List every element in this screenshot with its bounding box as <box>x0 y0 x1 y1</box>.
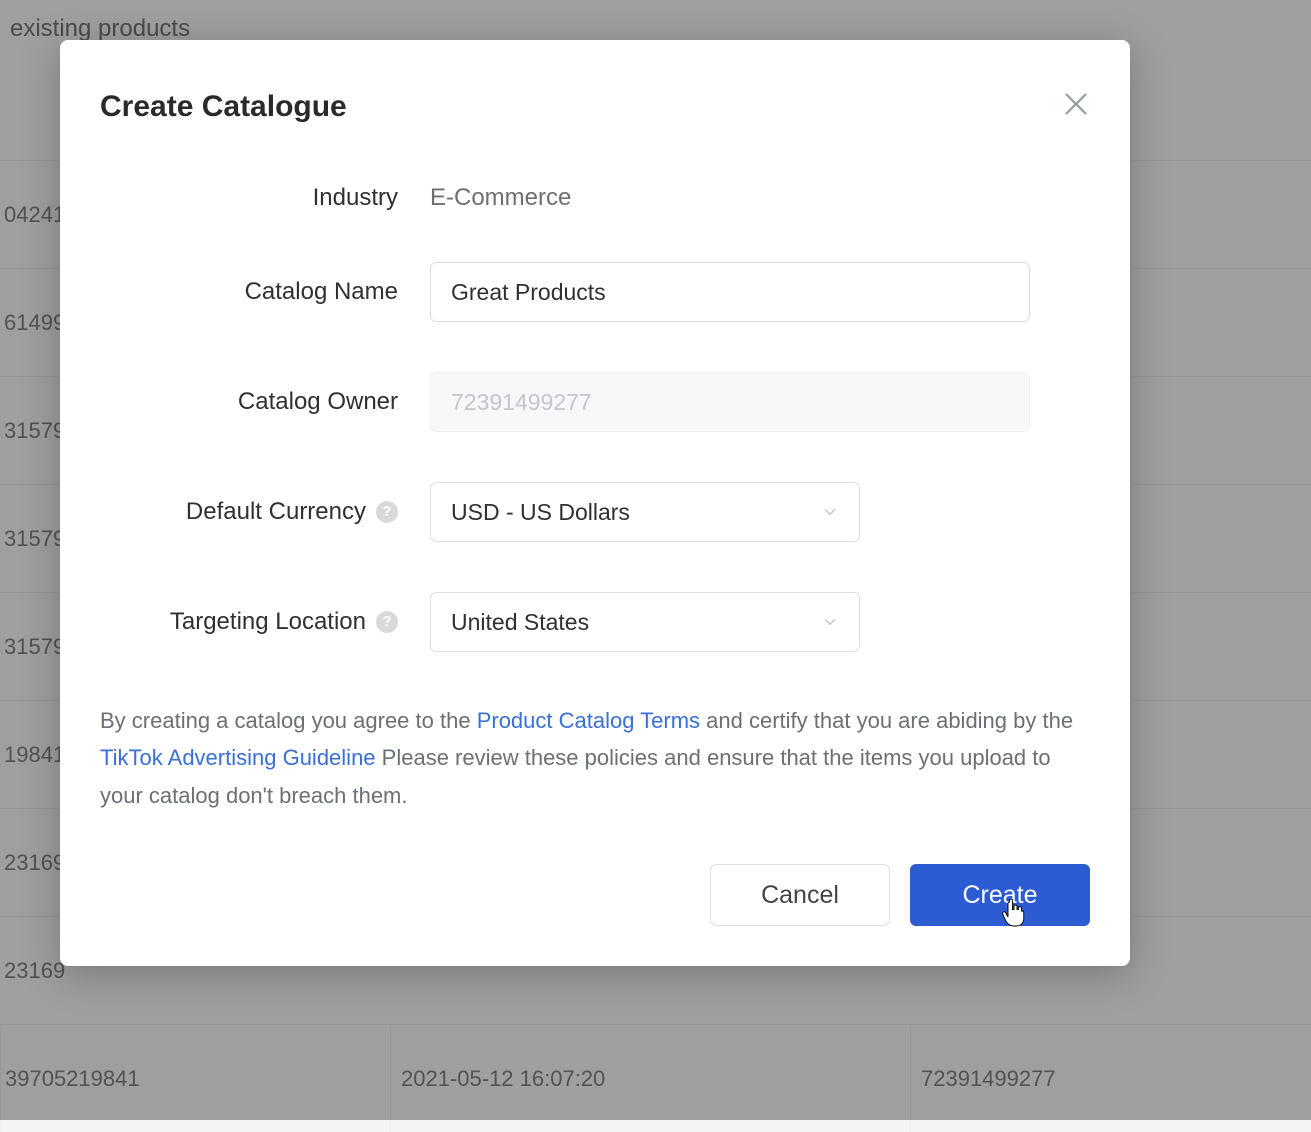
row-default-currency: Default Currency ? USD - US Dollars <box>100 482 1090 542</box>
catalogue-form: Industry E-Commerce Catalog Name Catalog… <box>100 184 1090 926</box>
create-button-label: Create <box>962 881 1037 910</box>
targeting-location-select[interactable]: United States <box>430 592 860 652</box>
tiktok-advertising-guideline-link[interactable]: TikTok Advertising Guideline <box>100 745 376 770</box>
cancel-button[interactable]: Cancel <box>710 864 890 926</box>
product-catalog-terms-link[interactable]: Product Catalog Terms <box>477 708 700 733</box>
label-industry: Industry <box>313 184 398 212</box>
row-targeting-location: Targeting Location ? United States <box>100 592 1090 652</box>
default-currency-value: USD - US Dollars <box>451 499 630 526</box>
targeting-location-value: United States <box>451 609 589 636</box>
catalog-owner-input <box>430 372 1030 432</box>
label-catalog-name: Catalog Name <box>245 278 398 306</box>
close-icon <box>1062 90 1090 118</box>
catalog-name-input[interactable] <box>430 262 1030 322</box>
chevron-down-icon <box>821 613 839 631</box>
default-currency-select[interactable]: USD - US Dollars <box>430 482 860 542</box>
row-catalog-owner: Catalog Owner <box>100 372 1090 432</box>
modal-title: Create Catalogue <box>100 90 1090 124</box>
modal-footer: Cancel Create <box>100 864 1090 926</box>
cancel-button-label: Cancel <box>761 881 839 910</box>
value-industry: E-Commerce <box>430 184 571 211</box>
row-industry: Industry E-Commerce <box>100 184 1090 212</box>
label-catalog-owner: Catalog Owner <box>238 388 398 416</box>
row-catalog-name: Catalog Name <box>100 262 1090 322</box>
label-targeting-location: Targeting Location <box>170 608 366 636</box>
chevron-down-icon <box>821 503 839 521</box>
close-button[interactable] <box>1062 90 1090 118</box>
create-button[interactable]: Create <box>910 864 1090 926</box>
label-default-currency: Default Currency <box>186 498 366 526</box>
help-icon[interactable]: ? <box>376 611 398 633</box>
help-icon[interactable]: ? <box>376 501 398 523</box>
disclaimer-text: By creating a catalog you agree to the P… <box>100 702 1090 814</box>
create-catalogue-modal: Create Catalogue Industry E-Commerce Cat… <box>60 40 1130 966</box>
